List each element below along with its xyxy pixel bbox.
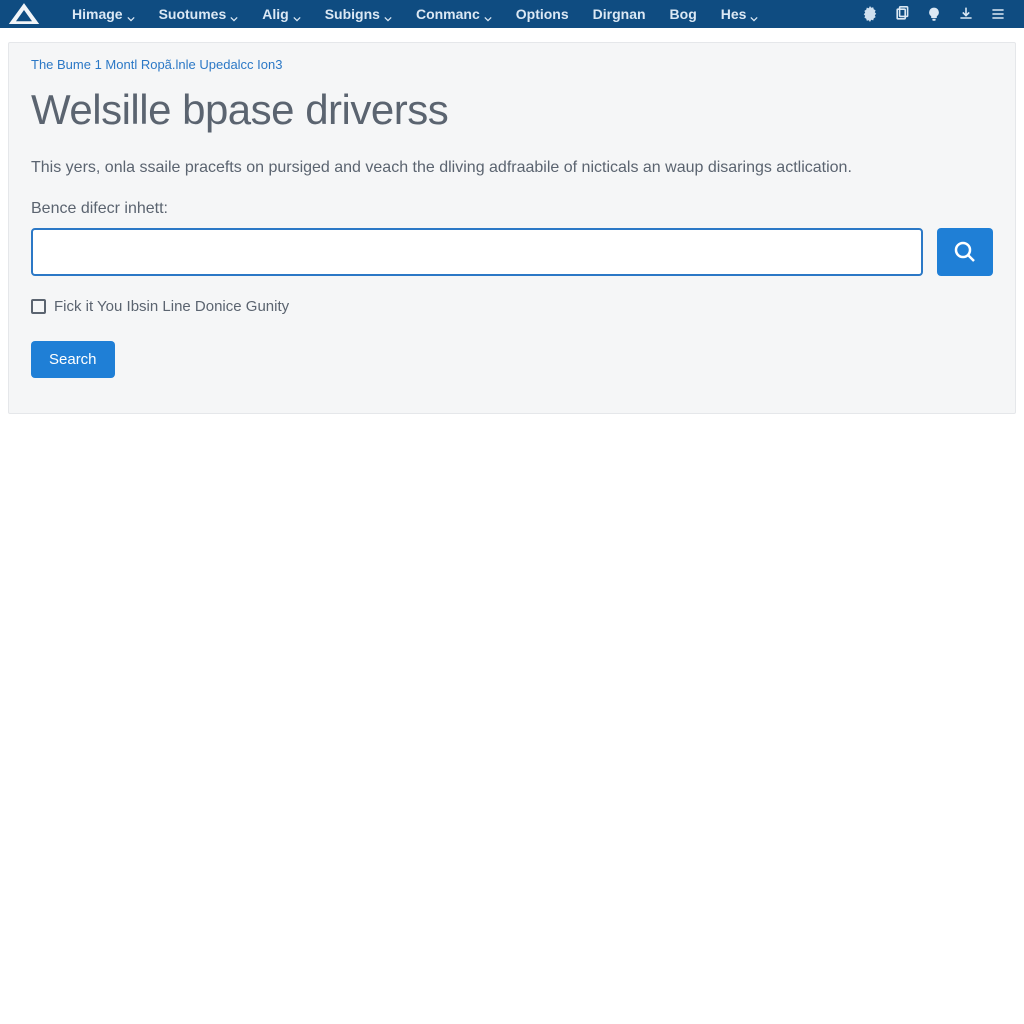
page-panel: The Bume 1 Montl Ropã.lnle Upedalcc Ion3… (8, 42, 1016, 414)
chevron-down-icon (750, 10, 758, 18)
search-button[interactable]: Search (31, 341, 115, 378)
nav-label: Bog (670, 6, 697, 22)
nav-item-alig[interactable]: Alig (250, 0, 312, 28)
search-row (31, 228, 993, 276)
menu-icon[interactable] (988, 4, 1008, 24)
nav-item-suotumes[interactable]: Suotumes (147, 0, 251, 28)
nav-item-hes[interactable]: Hes (709, 0, 771, 28)
breadcrumb-text: The Bume 1 Montl Ropã.lnle Upedalcc Ion3 (31, 57, 282, 72)
top-nav-bar: Himage Suotumes Alig Subigns Conmanc (0, 0, 1024, 28)
primary-nav: Himage Suotumes Alig Subigns Conmanc (60, 0, 860, 28)
nav-item-options[interactable]: Options (504, 0, 581, 28)
download-icon[interactable] (956, 4, 976, 24)
nav-item-himage[interactable]: Himage (60, 0, 147, 28)
toolbar-icons (860, 4, 1008, 24)
checkbox-row[interactable]: Fick it You Ibsin Line Donice Gunity (31, 298, 993, 315)
nav-label: Subigns (325, 6, 380, 22)
nav-label: Suotumes (159, 6, 227, 22)
chevron-down-icon (230, 10, 238, 18)
search-input[interactable] (31, 228, 923, 276)
page-title: Welsille bpase driverss (31, 86, 993, 134)
nav-label: Options (516, 6, 569, 22)
chevron-down-icon (293, 10, 301, 18)
nav-label: Himage (72, 6, 123, 22)
nav-label: Hes (721, 6, 747, 22)
nav-item-dirgnan[interactable]: Dirgnan (581, 0, 658, 28)
checkbox-label: Fick it You Ibsin Line Donice Gunity (54, 298, 289, 315)
search-icon (953, 240, 977, 264)
bulb-icon[interactable] (924, 4, 944, 24)
triangle-logo-icon (8, 2, 40, 26)
nav-item-bog[interactable]: Bog (658, 0, 709, 28)
nav-label: Dirgnan (593, 6, 646, 22)
chevron-down-icon (484, 10, 492, 18)
chevron-down-icon (127, 10, 135, 18)
nav-item-conmanc[interactable]: Conmanc (404, 0, 504, 28)
checkbox-icon[interactable] (31, 299, 46, 314)
search-icon-button[interactable] (937, 228, 993, 276)
gear-icon[interactable] (860, 4, 880, 24)
nav-label: Alig (262, 6, 288, 22)
search-label: Bence difecr inhett: (31, 200, 993, 218)
nav-item-subigns[interactable]: Subigns (313, 0, 404, 28)
breadcrumb[interactable]: The Bume 1 Montl Ropã.lnle Upedalcc Ion3 (31, 57, 993, 72)
brand-logo[interactable] (0, 0, 48, 28)
page-intro: This yers, onla ssaile pracefts on pursi… (31, 156, 993, 180)
copy-icon[interactable] (892, 4, 912, 24)
chevron-down-icon (384, 10, 392, 18)
nav-label: Conmanc (416, 6, 480, 22)
